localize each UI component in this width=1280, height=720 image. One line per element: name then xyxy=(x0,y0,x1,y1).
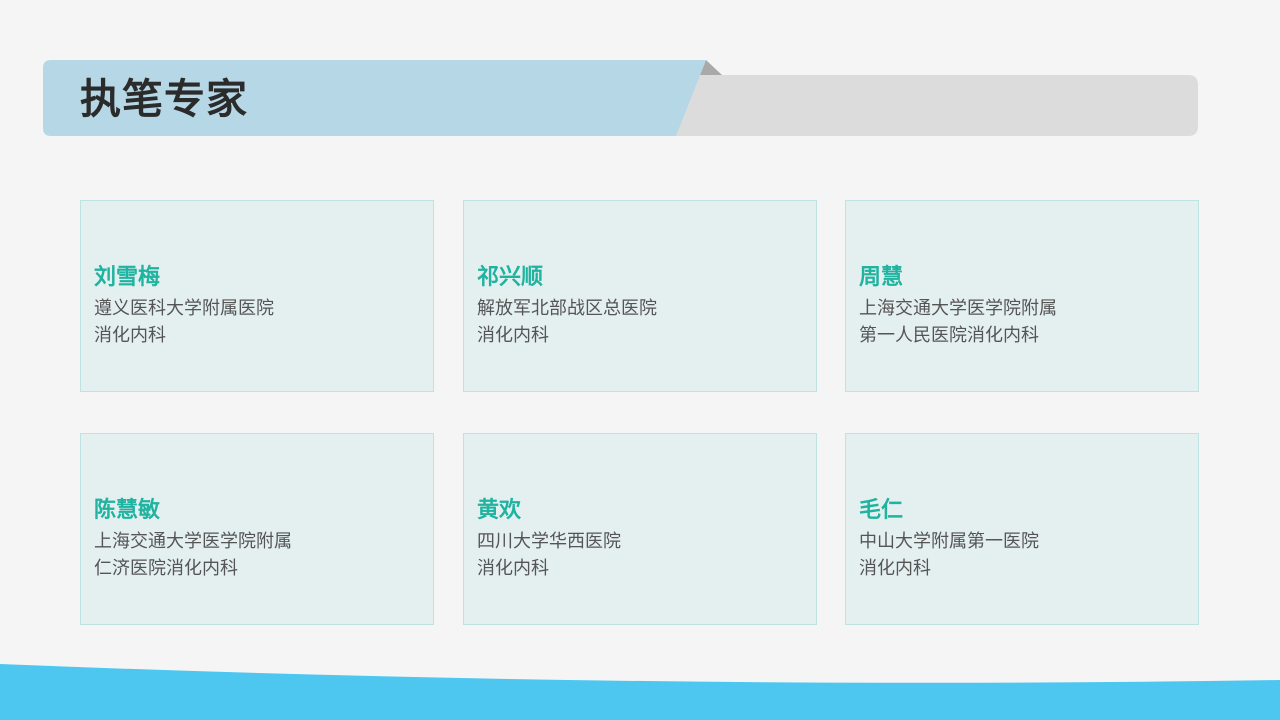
expert-affiliation-line1: 解放军北部战区总医院 xyxy=(477,298,657,319)
expert-affiliation-line2: 消化内科 xyxy=(477,558,549,579)
expert-affiliation-line1: 四川大学华西医院 xyxy=(477,531,621,552)
expert-affiliation-line2: 消化内科 xyxy=(477,325,549,346)
expert-name: 毛仁 xyxy=(859,498,904,523)
expert-name: 陈慧敏 xyxy=(94,498,161,523)
expert-card: 毛仁 中山大学附属第一医院 消化内科 xyxy=(845,433,1199,625)
expert-card: 祁兴顺 解放军北部战区总医院 消化内科 xyxy=(463,200,817,392)
expert-name: 黄欢 xyxy=(477,498,522,523)
expert-card: 刘雪梅 遵义医科大学附属医院 消化内科 xyxy=(80,200,434,392)
expert-name: 祁兴顺 xyxy=(477,265,544,290)
expert-card: 黄欢 四川大学华西医院 消化内科 xyxy=(463,433,817,625)
expert-card: 陈慧敏 上海交通大学医学院附属 仁济医院消化内科 xyxy=(80,433,434,625)
expert-card: 周慧 上海交通大学医学院附属 第一人民医院消化内科 xyxy=(845,200,1199,392)
title-gray-band xyxy=(676,75,1198,136)
expert-name: 刘雪梅 xyxy=(94,265,161,290)
expert-affiliation-line2: 仁济医院消化内科 xyxy=(94,558,238,579)
page-title: 执笔专家 xyxy=(80,75,248,123)
expert-affiliation-line1: 遵义医科大学附属医院 xyxy=(94,298,274,319)
expert-affiliation-line2: 消化内科 xyxy=(94,325,166,346)
expert-name: 周慧 xyxy=(859,265,904,290)
expert-affiliation-line2: 消化内科 xyxy=(859,558,931,579)
expert-affiliation-line2: 第一人民医院消化内科 xyxy=(859,325,1039,346)
title-fold-triangle xyxy=(700,60,722,75)
slide: 执笔专家 刘雪梅 遵义医科大学附属医院 消化内科 祁兴顺 解放军北部战区总医院 … xyxy=(0,0,1280,720)
expert-affiliation-line1: 上海交通大学医学院附属 xyxy=(94,531,292,552)
expert-affiliation-line1: 中山大学附属第一医院 xyxy=(859,531,1039,552)
expert-affiliation-line1: 上海交通大学医学院附属 xyxy=(859,298,1057,319)
